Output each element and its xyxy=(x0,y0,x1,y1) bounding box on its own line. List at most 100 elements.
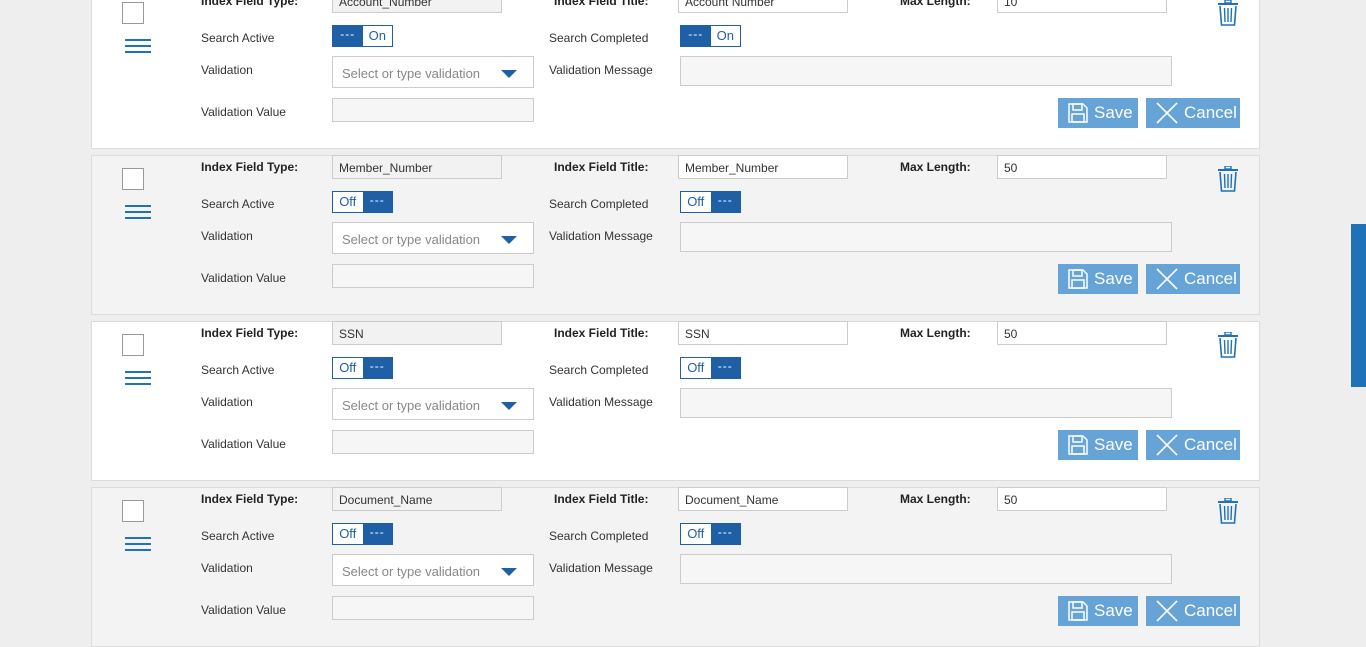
save-label: Save xyxy=(1094,435,1133,454)
toggle-handle: --- xyxy=(710,358,740,378)
delete-trash-icon[interactable] xyxy=(1217,165,1239,192)
row-select-checkbox[interactable] xyxy=(122,168,144,190)
index-field-type-label: Index Field Type: xyxy=(201,160,299,174)
index-field-type-input[interactable]: Document_Name xyxy=(332,487,502,511)
validation-select[interactable]: Select or type validation xyxy=(332,56,534,88)
cancel-button[interactable]: Cancel xyxy=(1146,596,1240,626)
validation-message-label: Validation Message xyxy=(549,63,653,77)
index-field-title-label: Index Field Title: xyxy=(554,492,649,506)
save-button[interactable]: Save xyxy=(1058,98,1138,128)
validation-message-label: Validation Message xyxy=(549,395,653,409)
validation-placeholder: Select or type validation xyxy=(342,66,481,81)
search-active-label: Search Active xyxy=(201,31,275,45)
validation-value-input[interactable] xyxy=(332,264,534,288)
drag-handle-icon[interactable] xyxy=(125,205,151,219)
delete-trash-icon[interactable] xyxy=(1217,0,1239,26)
cancel-button[interactable]: Cancel xyxy=(1146,264,1240,294)
search-active-toggle[interactable]: Off --- xyxy=(332,357,393,379)
validation-select[interactable]: Select or type validation xyxy=(332,222,534,254)
index-field-title-input[interactable]: Document_Name xyxy=(678,487,848,511)
save-label: Save xyxy=(1094,103,1133,122)
max-length-label: Max Length: xyxy=(900,0,971,8)
index-field-row: Index Field Type: Document_Name Index Fi… xyxy=(91,487,1260,647)
max-length-input[interactable]: 50 xyxy=(997,155,1167,179)
validation-message-input[interactable] xyxy=(680,56,1172,86)
save-button[interactable]: Save xyxy=(1058,430,1138,460)
validation-label: Validation xyxy=(201,63,253,77)
toggle-handle: --- xyxy=(362,192,392,212)
max-length-input[interactable]: 50 xyxy=(997,487,1167,511)
save-icon xyxy=(1068,435,1088,455)
max-length-input[interactable]: 10 xyxy=(997,0,1167,13)
index-field-title-input[interactable]: Member_Number xyxy=(678,155,848,179)
search-active-state: Off xyxy=(339,526,357,541)
close-icon xyxy=(1156,434,1178,456)
validation-value-input[interactable] xyxy=(332,596,534,620)
search-completed-state: Off xyxy=(687,360,705,375)
save-label: Save xyxy=(1094,269,1133,288)
drag-handle-icon[interactable] xyxy=(125,537,151,551)
search-active-label: Search Active xyxy=(201,363,275,377)
side-panel-tab[interactable] xyxy=(1351,224,1366,387)
search-active-state: Off xyxy=(339,194,357,209)
validation-message-input[interactable] xyxy=(680,222,1172,252)
validation-value-input[interactable] xyxy=(332,98,534,122)
search-completed-toggle[interactable]: Off --- xyxy=(680,523,741,545)
toggle-handle: --- xyxy=(710,192,740,212)
validation-message-label: Validation Message xyxy=(549,229,653,243)
index-field-type-input[interactable]: SSN xyxy=(332,321,502,345)
index-field-row: Index Field Type: SSN Index Field Title:… xyxy=(91,321,1260,481)
validation-value-input[interactable] xyxy=(332,430,534,454)
search-completed-label: Search Completed xyxy=(549,363,649,377)
index-field-row: Index Field Type: Member_Number Index Fi… xyxy=(91,155,1260,315)
index-field-type-label: Index Field Type: xyxy=(201,492,299,506)
max-length-input[interactable]: 50 xyxy=(997,321,1167,345)
index-field-list: Index Field Type: Account_Number Index F… xyxy=(0,0,1366,647)
search-completed-toggle[interactable]: Off --- xyxy=(680,191,741,213)
search-completed-toggle[interactable]: On --- xyxy=(680,25,741,47)
index-field-row: Index Field Type: Account_Number Index F… xyxy=(91,0,1260,149)
drag-handle-icon[interactable] xyxy=(125,39,151,53)
chevron-down-icon[interactable] xyxy=(501,70,517,78)
toggle-handle: --- xyxy=(333,26,363,46)
validation-select[interactable]: Select or type validation xyxy=(332,554,534,586)
search-completed-state: Off xyxy=(687,194,705,209)
search-active-toggle[interactable]: Off --- xyxy=(332,523,393,545)
validation-message-input[interactable] xyxy=(680,554,1172,584)
chevron-down-icon[interactable] xyxy=(501,402,517,410)
validation-value-label: Validation Value xyxy=(201,603,286,617)
drag-handle-icon[interactable] xyxy=(125,371,151,385)
row-select-checkbox[interactable] xyxy=(122,2,144,24)
index-field-type-input[interactable]: Account_Number xyxy=(332,0,502,13)
row-select-checkbox[interactable] xyxy=(122,334,144,356)
save-button[interactable]: Save xyxy=(1058,264,1138,294)
search-completed-toggle[interactable]: Off --- xyxy=(680,357,741,379)
row-select-checkbox[interactable] xyxy=(122,500,144,522)
save-icon xyxy=(1068,103,1088,123)
search-active-toggle[interactable]: Off --- xyxy=(332,191,393,213)
validation-select[interactable]: Select or type validation xyxy=(332,388,534,420)
chevron-down-icon[interactable] xyxy=(501,568,517,576)
validation-label: Validation xyxy=(201,561,253,575)
index-field-title-input[interactable]: Account Number xyxy=(678,0,848,13)
cancel-button[interactable]: Cancel xyxy=(1146,430,1240,460)
index-field-title-input[interactable]: SSN xyxy=(678,321,848,345)
search-completed-state: On xyxy=(716,28,734,43)
close-icon xyxy=(1156,600,1178,622)
toggle-handle: --- xyxy=(710,524,740,544)
validation-label: Validation xyxy=(201,229,253,243)
index-field-type-input[interactable]: Member_Number xyxy=(332,155,502,179)
cancel-button[interactable]: Cancel xyxy=(1146,98,1240,128)
validation-message-input[interactable] xyxy=(680,388,1172,418)
cancel-label: Cancel xyxy=(1184,601,1237,620)
validation-label: Validation xyxy=(201,395,253,409)
cancel-label: Cancel xyxy=(1184,103,1237,122)
search-active-toggle[interactable]: On --- xyxy=(332,25,393,47)
delete-trash-icon[interactable] xyxy=(1217,497,1239,524)
save-button[interactable]: Save xyxy=(1058,596,1138,626)
delete-trash-icon[interactable] xyxy=(1217,331,1239,358)
chevron-down-icon[interactable] xyxy=(501,236,517,244)
search-active-state: Off xyxy=(339,360,357,375)
index-field-type-label: Index Field Type: xyxy=(201,0,299,8)
cancel-label: Cancel xyxy=(1184,435,1237,454)
